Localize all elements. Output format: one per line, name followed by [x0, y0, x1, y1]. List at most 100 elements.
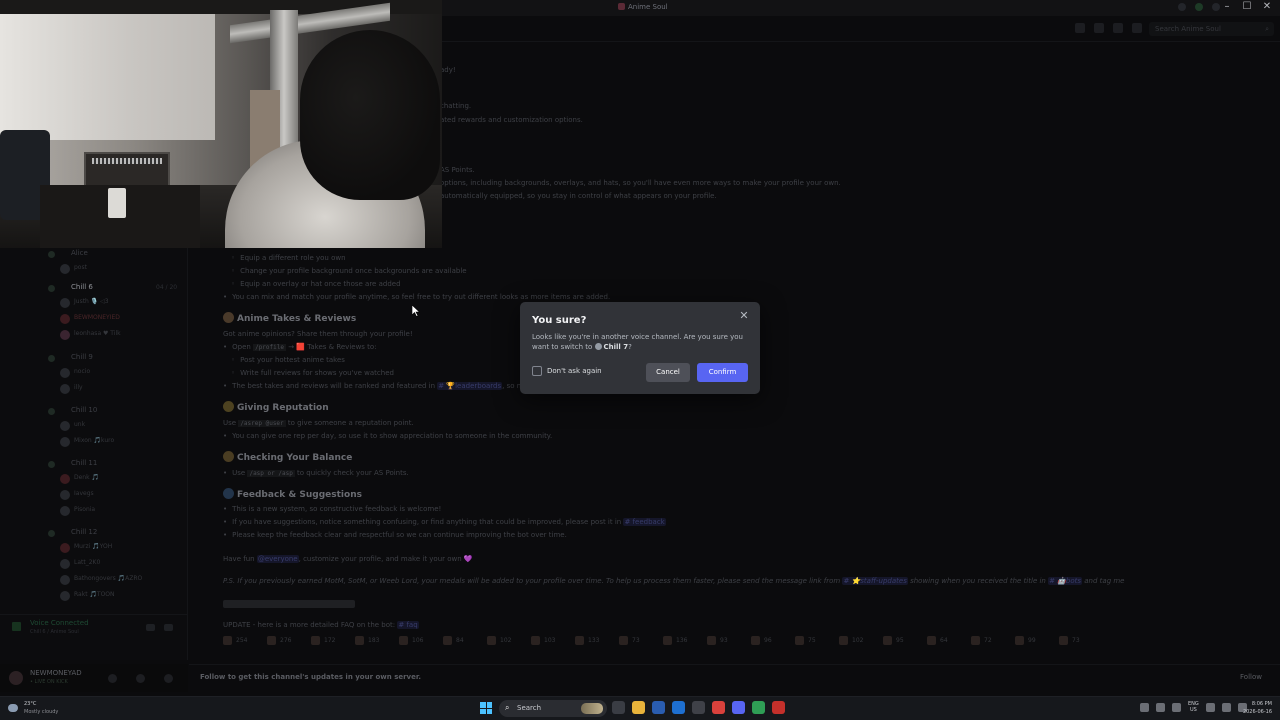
voice-user[interactable]: Bathongovers 🎵AZRO: [0, 573, 188, 589]
reaction[interactable]: 96: [751, 636, 787, 645]
avatar: [60, 421, 70, 431]
everyone-mention[interactable]: @everyone: [256, 555, 299, 563]
dialog-text: Looks like you're in another voice chann…: [532, 333, 743, 351]
channel-link[interactable]: # 🤖bots: [1048, 577, 1083, 585]
list-item: Please keep the feedback clear and respe…: [223, 531, 567, 539]
network-icon[interactable]: [1156, 702, 1165, 712]
avatar: [60, 264, 70, 274]
chrome-icon[interactable]: [712, 701, 725, 714]
store-icon[interactable]: [652, 701, 665, 714]
reaction[interactable]: 276: [267, 636, 303, 645]
voice-user[interactable]: Mixon 🎵kuro: [0, 435, 188, 451]
voice-user[interactable]: Pisonia: [0, 504, 188, 520]
reaction[interactable]: 75: [795, 636, 831, 645]
member-list-icon[interactable]: [1132, 23, 1142, 33]
threads-icon[interactable]: [1075, 23, 1085, 33]
cancel-button[interactable]: Cancel: [646, 363, 690, 382]
voice-user-name: Justh 🎙️ ◁3: [74, 298, 109, 305]
clock[interactable]: 8:06 PM 2026-06-16: [1243, 700, 1272, 716]
notification-bell-icon[interactable]: [1094, 23, 1104, 33]
reaction[interactable]: 95: [883, 636, 919, 645]
voice-channel-chill-10[interactable]: Chill 10 unk Mixon 🎵kuro: [0, 405, 188, 451]
voice-user[interactable]: unk: [0, 419, 188, 435]
close-window-button[interactable]: ✕: [1262, 1, 1272, 12]
wifi-icon[interactable]: [1205, 702, 1215, 712]
mic-icon[interactable]: [1172, 702, 1181, 712]
voice-channel-chill-12[interactable]: Chill 12 Murzi 🎵YOH Latt_2K0 Bathongover…: [0, 527, 188, 605]
channel-link[interactable]: # feedback: [623, 518, 666, 526]
reaction[interactable]: 102: [839, 636, 875, 645]
voice-user[interactable]: post: [0, 262, 188, 278]
reaction[interactable]: 93: [707, 636, 743, 645]
microphone-icon[interactable]: [108, 674, 117, 683]
terminal-icon[interactable]: [692, 701, 705, 714]
reaction-count: 254: [236, 637, 248, 644]
voice-user[interactable]: illy: [0, 382, 188, 398]
reaction[interactable]: 133: [575, 636, 611, 645]
reaction[interactable]: 64: [927, 636, 963, 645]
voice-user[interactable]: Murzi 🎵YOH: [0, 541, 188, 557]
start-button[interactable]: [480, 702, 492, 714]
close-icon[interactable]: ✕: [738, 310, 750, 322]
reaction[interactable]: 183: [355, 636, 391, 645]
headphones-icon[interactable]: [136, 674, 145, 683]
reaction[interactable]: 254: [223, 636, 259, 645]
voice-user[interactable]: nocio: [0, 366, 188, 382]
reaction[interactable]: 99: [1015, 636, 1051, 645]
volume-icon[interactable]: [1221, 702, 1231, 712]
avatar[interactable]: [9, 671, 23, 685]
gear-icon[interactable]: [164, 674, 173, 683]
inbox-icon[interactable]: [1178, 3, 1186, 11]
voice-user[interactable]: Latt_2K0: [0, 557, 188, 573]
voice-user[interactable]: Denk 🎵: [0, 472, 188, 488]
voice-status: Voice Connected: [30, 619, 89, 627]
pin-icon[interactable]: [1113, 23, 1123, 33]
follow-button[interactable]: Follow: [1240, 673, 1262, 681]
channel-link[interactable]: # faq: [397, 621, 419, 629]
reaction[interactable]: 73: [619, 636, 655, 645]
system-tray: ENG US: [1140, 701, 1247, 713]
message-text: ady!: [440, 66, 456, 74]
voice-user[interactable]: Iavegs: [0, 488, 188, 504]
reaction[interactable]: 84: [443, 636, 479, 645]
spoiler-block[interactable]: [223, 600, 355, 608]
voice-user[interactable]: leonhasa ♥ Tilk: [0, 328, 188, 344]
noise-suppression-icon[interactable]: [146, 624, 155, 631]
channel-link[interactable]: # ⭐staff-updates: [842, 577, 908, 585]
voice-user[interactable]: BEWMONEYIED: [0, 312, 188, 328]
heading-text: Anime Takes & Reviews: [237, 314, 357, 324]
voice-channel-alice[interactable]: Alice post: [0, 248, 188, 278]
reaction[interactable]: 172: [311, 636, 347, 645]
app-icon[interactable]: [772, 701, 785, 714]
inline-code: /asrep @user: [238, 420, 286, 427]
reaction[interactable]: 73: [1059, 636, 1095, 645]
checkbox-box[interactable]: [532, 366, 542, 376]
reaction[interactable]: 72: [971, 636, 1007, 645]
nitro-icon[interactable]: [1195, 3, 1203, 11]
confirm-button[interactable]: Confirm: [697, 363, 748, 382]
maximize-button[interactable]: ☐: [1242, 1, 1252, 12]
taskbar-search[interactable]: ⌕ Search: [499, 700, 607, 717]
voice-channel-chill-9[interactable]: Chill 9 nocio illy: [0, 352, 188, 398]
download-icon[interactable]: [1212, 3, 1220, 11]
edge-icon[interactable]: [672, 701, 685, 714]
reaction[interactable]: 102: [487, 636, 523, 645]
channel-link[interactable]: # 🏆leaderboards: [437, 382, 503, 390]
search-input[interactable]: Search Anime Soul ⌕: [1149, 22, 1274, 36]
voice-user[interactable]: Rakt 🎵TOON: [0, 589, 188, 605]
task-view-icon[interactable]: [612, 701, 625, 714]
discord-icon[interactable]: [732, 701, 745, 714]
language-indicator[interactable]: ENG US: [1188, 701, 1199, 713]
file-explorer-icon[interactable]: [632, 701, 645, 714]
chrome-profile-icon[interactable]: [752, 701, 765, 714]
disconnect-icon[interactable]: [164, 624, 173, 631]
minimize-button[interactable]: –: [1222, 1, 1232, 12]
voice-user[interactable]: Justh 🎙️ ◁3: [0, 296, 188, 312]
voice-channel-chill-6[interactable]: Chill 6 04 / 20 Justh 🎙️ ◁3 BEWMONEYIED l…: [0, 282, 188, 344]
chevron-up-icon[interactable]: [1140, 702, 1149, 712]
reaction[interactable]: 136: [663, 636, 699, 645]
reaction[interactable]: 103: [531, 636, 567, 645]
reaction[interactable]: 106: [399, 636, 435, 645]
voice-channel-chill-11[interactable]: Chill 11 Denk 🎵 Iavegs Pisonia: [0, 458, 188, 520]
dont-ask-again-checkbox[interactable]: Don't ask again: [532, 366, 602, 376]
